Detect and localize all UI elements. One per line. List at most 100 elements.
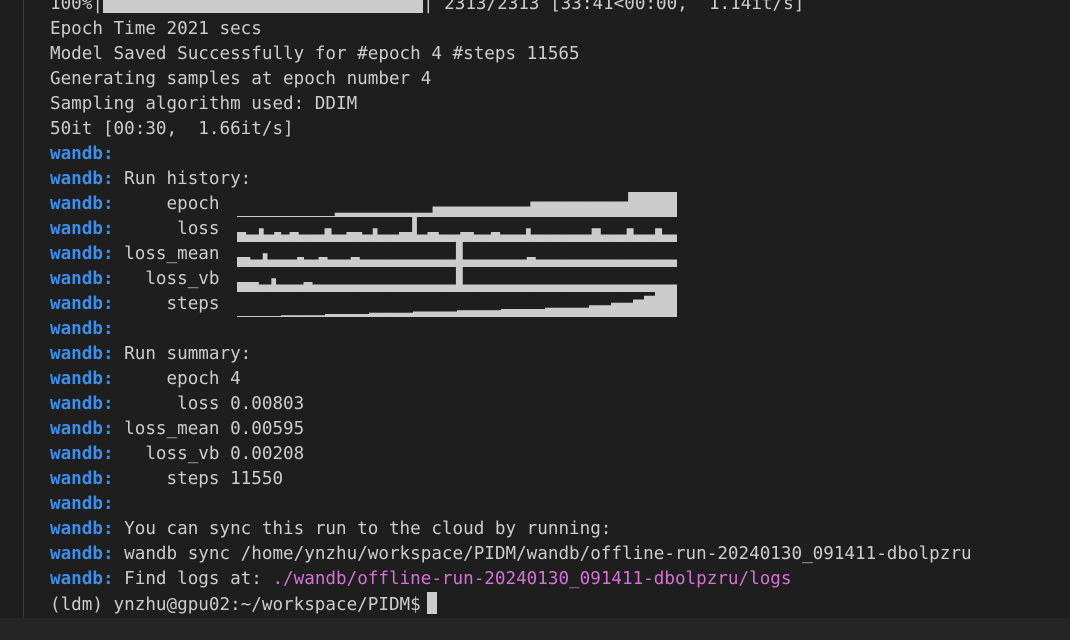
wandb-prefix: wandb <box>50 369 103 389</box>
summary-value: 0.00803 <box>230 394 305 414</box>
summary-label: epoch <box>113 369 231 389</box>
wandb-prefix: wandb <box>50 144 103 164</box>
sparkline-loss <box>237 217 677 242</box>
run-history-header: wandb: Run history: <box>50 169 252 189</box>
sync-command: wandb sync /home/ynzhu/workspace/PIDM/wa… <box>113 544 972 564</box>
sparkline-bar <box>537 201 541 217</box>
text-cursor <box>426 592 437 614</box>
sparkline-bar <box>554 201 558 217</box>
sparkline-bar <box>603 201 607 217</box>
sparkline-bar <box>527 206 531 217</box>
sparkline-bar <box>674 192 677 217</box>
prompt-line[interactable]: (ldm) ynzhu@gpu02:~/workspace/PIDM$ <box>50 592 972 617</box>
sparkline-bar <box>650 192 653 217</box>
wandb-prefix: wandb <box>50 569 103 589</box>
sparkline-bar <box>466 206 470 217</box>
wandb-prefix: wandb <box>50 244 103 264</box>
sparkline-bar <box>520 206 524 217</box>
sparkline-bar <box>510 206 514 217</box>
wandb-prefix: wandb <box>50 519 103 539</box>
sparkline-bar <box>664 192 668 217</box>
progress-line: 100%| | 2313/2313 [33:41<00:00, 1.14it/s] <box>50 0 972 17</box>
sparkline-bar <box>628 192 631 217</box>
sparkline-bar <box>432 206 436 217</box>
sparkline-bar <box>662 192 666 217</box>
sparkline-bar <box>669 192 673 217</box>
panel-bottom-edge <box>0 618 1070 640</box>
sparkline-bar <box>674 234 677 242</box>
summary-value: 4 <box>230 369 241 389</box>
sparkline-bar <box>593 201 597 217</box>
history-row-loss-vb: wandb: loss_vb <box>50 267 972 292</box>
history-row-loss-mean: wandb: loss_mean <box>50 242 972 267</box>
terminal-panel[interactable]: 100%| | 2313/2313 [33:41<00:00, 1.14it/s]… <box>0 0 1070 640</box>
sparkline-bar <box>574 201 578 217</box>
sparkline-bar <box>562 201 565 217</box>
sparkline-bar <box>442 206 446 217</box>
sparkline-bar <box>615 201 619 217</box>
logs-line: wandb: Find logs at: ./wandb/offline-run… <box>50 569 792 589</box>
sparkline-bar <box>437 206 441 217</box>
sparkline-bar <box>674 292 677 317</box>
sparkline-bar <box>584 201 587 217</box>
wandb-prefix: wandb <box>50 444 103 464</box>
history-label: epoch <box>113 194 231 214</box>
sparkline-bar <box>532 201 536 217</box>
sparkline-bar <box>505 206 509 217</box>
sparkline-bar <box>655 192 658 217</box>
sparkline-bar <box>589 201 592 217</box>
sparkline-bar <box>501 206 504 217</box>
sparkline-bar <box>618 201 622 217</box>
sparkline-bar <box>596 201 600 217</box>
sparkline-bar <box>542 201 546 217</box>
sparkline-bar <box>545 201 548 217</box>
sync-command-line: wandb: wandb sync /home/ynzhu/workspace/… <box>50 544 972 564</box>
summary-value: 11550 <box>230 469 284 489</box>
sparkline-bar <box>659 192 663 217</box>
summary-label: loss_mean <box>113 419 231 439</box>
sparkline-bar <box>508 206 512 217</box>
sparkline-bar <box>525 206 529 217</box>
wandb-prefix: wandb <box>50 494 103 514</box>
sparkline-bar <box>625 201 629 217</box>
sparkline-bar <box>571 201 575 217</box>
sparkline-bar <box>579 201 583 217</box>
terminal-output: 100%| | 2313/2313 [33:41<00:00, 1.14it/s]… <box>50 0 972 617</box>
logs-path-link[interactable]: ./wandb/offline-run-20240130_091411-dbol… <box>272 569 791 589</box>
sparkline-bar <box>586 201 590 217</box>
log-line: 50it [00:30, 1.66it/s] <box>50 119 294 139</box>
sparkline-bar <box>608 201 612 217</box>
sparkline-bar <box>564 201 568 217</box>
sparkline-bar <box>657 192 661 217</box>
sparkline-bar <box>611 201 614 217</box>
history-row-loss: wandb: loss <box>50 217 972 242</box>
sparkline-bar <box>496 206 499 217</box>
summary-row-steps: wandb: steps 11550 <box>50 469 284 489</box>
sync-hint-line: wandb: You can sync this run to the clou… <box>50 519 612 539</box>
sparkline-bar <box>449 206 453 217</box>
wandb-prefix: wandb <box>50 269 103 289</box>
run-summary-header: wandb: Run summary: <box>50 344 252 364</box>
sparkline-bar <box>633 192 636 217</box>
summary-label: steps <box>113 469 231 489</box>
sparkline-bar <box>447 206 451 217</box>
history-label: loss_mean <box>113 244 231 264</box>
sparkline-bar <box>640 192 644 217</box>
sparkline-bar <box>581 201 585 217</box>
wandb-prefix: wandb <box>50 394 103 414</box>
sparkline-bar <box>523 206 526 217</box>
progress-percent: 100%| <box>50 0 103 14</box>
sparkline-bar <box>667 192 671 217</box>
wandb-prefix: wandb <box>50 219 103 239</box>
sparkline-bar <box>491 206 495 217</box>
history-label: loss <box>113 219 231 239</box>
wandb-prefix: wandb <box>50 169 103 189</box>
sparkline-bar <box>469 206 473 217</box>
sparkline-steps <box>237 292 677 317</box>
wandb-prefix: wandb <box>50 419 103 439</box>
sparkline-bar <box>452 206 455 217</box>
summary-label: loss <box>113 394 231 414</box>
summary-value: 0.00595 <box>230 419 305 439</box>
shell-prompt: (ldm) ynzhu@gpu02:~/workspace/PIDM$ <box>50 595 421 615</box>
sparkline-bar <box>635 192 639 217</box>
